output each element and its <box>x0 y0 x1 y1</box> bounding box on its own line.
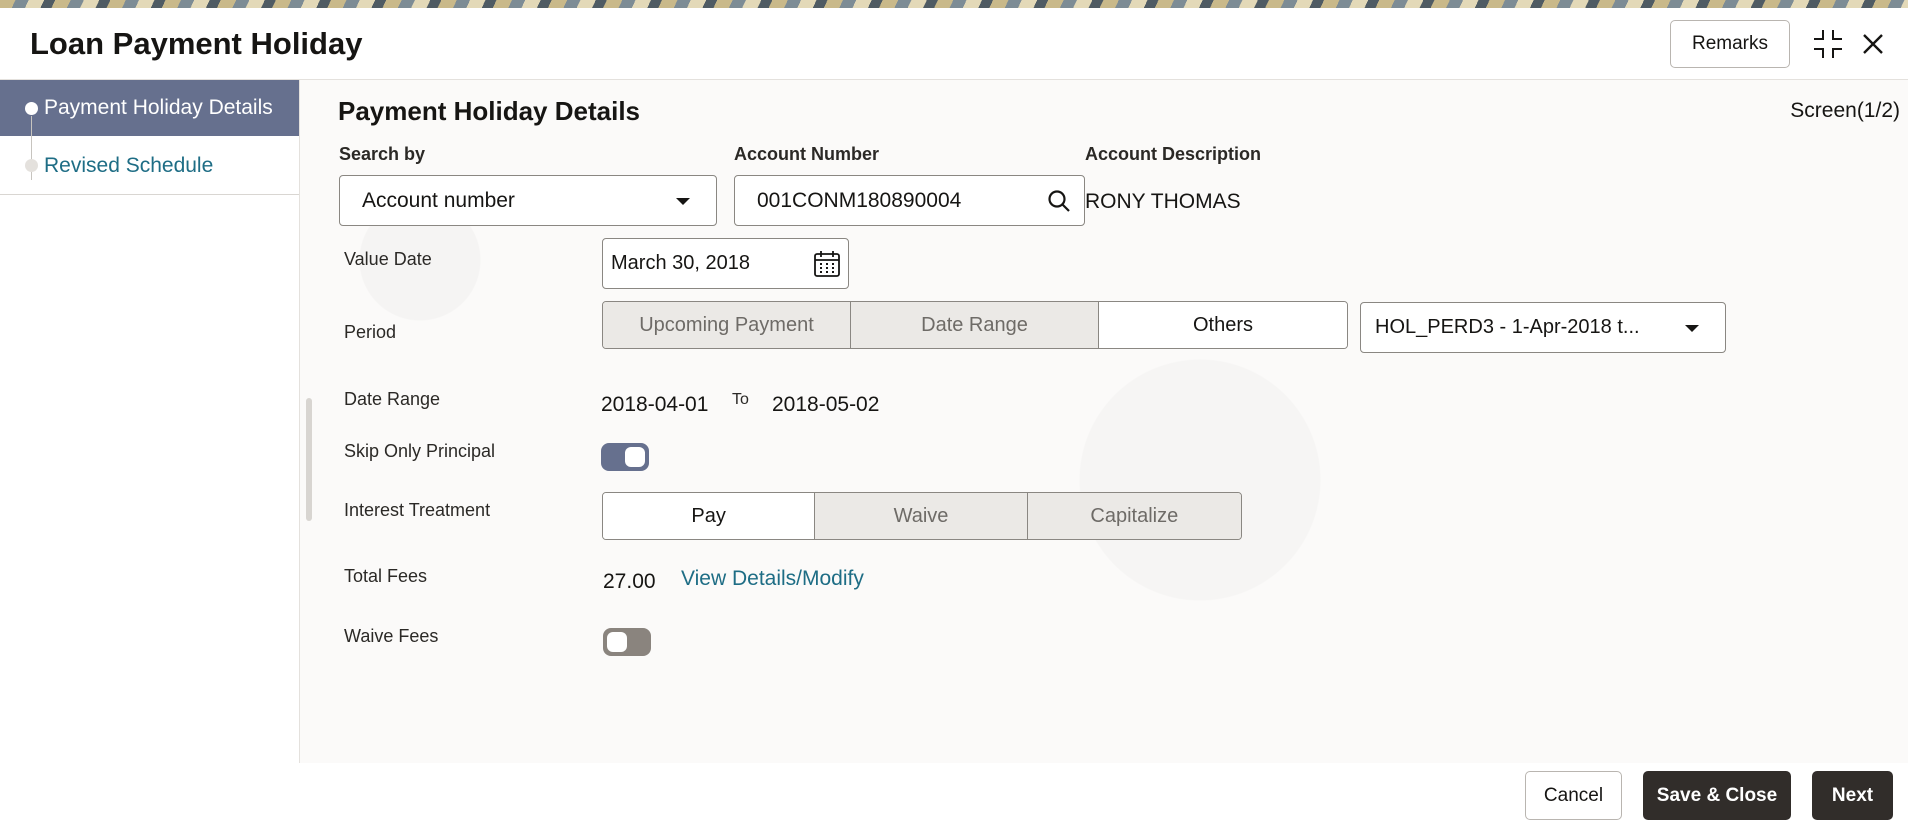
interest-treatment-label: Interest Treatment <box>344 500 491 520</box>
interest-option-pay[interactable]: Pay <box>603 493 816 539</box>
date-range-to-label: To <box>732 391 749 408</box>
screen-indicator: Screen(1/2) <box>1790 99 1900 122</box>
waive-fees-label: Waive Fees <box>344 626 439 646</box>
sidebar: Payment Holiday Details Revised Schedule <box>0 80 300 763</box>
period-option-date-range[interactable]: Date Range <box>851 302 1099 348</box>
interest-treatment-segmented-control: Pay Waive Capitalize <box>602 492 1242 540</box>
account-description-value: RONY THOMAS <box>1085 190 1241 213</box>
toggle-knob <box>607 632 627 652</box>
step-pending-icon <box>25 159 38 172</box>
value-date-label: Value Date <box>344 249 432 269</box>
sidebar-item-label: Payment Holiday Details <box>44 96 273 119</box>
search-by-select[interactable]: Account number <box>339 175 717 226</box>
total-fees-value: 27.00 <box>603 570 656 593</box>
search-icon[interactable] <box>1046 188 1072 214</box>
account-number-label: Account Number <box>734 144 880 164</box>
skip-only-principal-toggle[interactable] <box>601 443 649 471</box>
holiday-period-value: HOL_PERD3 - 1-Apr-2018 t... <box>1375 316 1640 338</box>
sidebar-item-label: Revised Schedule <box>44 153 214 177</box>
remarks-button[interactable]: Remarks <box>1670 20 1790 68</box>
period-label: Period <box>344 322 397 342</box>
chevron-down-icon <box>676 198 690 205</box>
window-title: Loan Payment Holiday <box>30 26 363 61</box>
account-number-input[interactable]: 001CONM180890004 <box>734 175 1085 226</box>
holiday-period-select[interactable]: HOL_PERD3 - 1-Apr-2018 t... <box>1360 302 1726 353</box>
interest-option-capitalize[interactable]: Capitalize <box>1027 493 1241 539</box>
chevron-down-icon <box>1685 325 1699 332</box>
waive-fees-toggle[interactable] <box>603 628 651 656</box>
cancel-button[interactable]: Cancel <box>1525 771 1622 820</box>
minimize-icon[interactable] <box>1810 26 1846 62</box>
value-date-input[interactable]: March 30, 2018 <box>602 238 849 289</box>
date-range-label: Date Range <box>344 389 441 409</box>
window-header: Loan Payment Holiday Remarks <box>0 8 1908 80</box>
date-range-from: 2018-04-01 <box>601 393 709 416</box>
account-number-value: 001CONM180890004 <box>757 188 962 212</box>
period-segmented-control: Upcoming Payment Date Range Others <box>602 301 1348 349</box>
date-range-to: 2018-05-02 <box>772 393 880 416</box>
value-date-value: March 30, 2018 <box>611 252 750 274</box>
next-button[interactable]: Next <box>1812 771 1893 820</box>
step-current-icon <box>25 102 38 115</box>
toggle-knob <box>625 447 645 467</box>
interest-option-waive[interactable]: Waive <box>815 493 1028 539</box>
search-by-value: Account number <box>362 188 515 212</box>
top-banner-strip <box>0 0 1908 8</box>
period-option-others[interactable]: Others <box>1099 302 1347 348</box>
save-and-close-button[interactable]: Save & Close <box>1643 771 1791 820</box>
skip-only-principal-label: Skip Only Principal <box>344 441 496 461</box>
section-title: Payment Holiday Details <box>338 96 640 126</box>
scrollbar-thumb[interactable] <box>306 398 312 521</box>
period-option-upcoming-payment[interactable]: Upcoming Payment <box>603 302 851 348</box>
calendar-icon[interactable] <box>812 249 842 279</box>
account-description-label: Account Description <box>1085 144 1262 164</box>
sidebar-item-revised-schedule[interactable]: Revised Schedule <box>0 137 299 195</box>
total-fees-label: Total Fees <box>344 566 428 586</box>
close-icon[interactable] <box>1855 26 1891 62</box>
search-by-label: Search by <box>339 144 426 164</box>
sidebar-item-payment-holiday-details[interactable]: Payment Holiday Details <box>0 80 299 136</box>
view-details-modify-link[interactable]: View Details/Modify <box>681 567 864 591</box>
